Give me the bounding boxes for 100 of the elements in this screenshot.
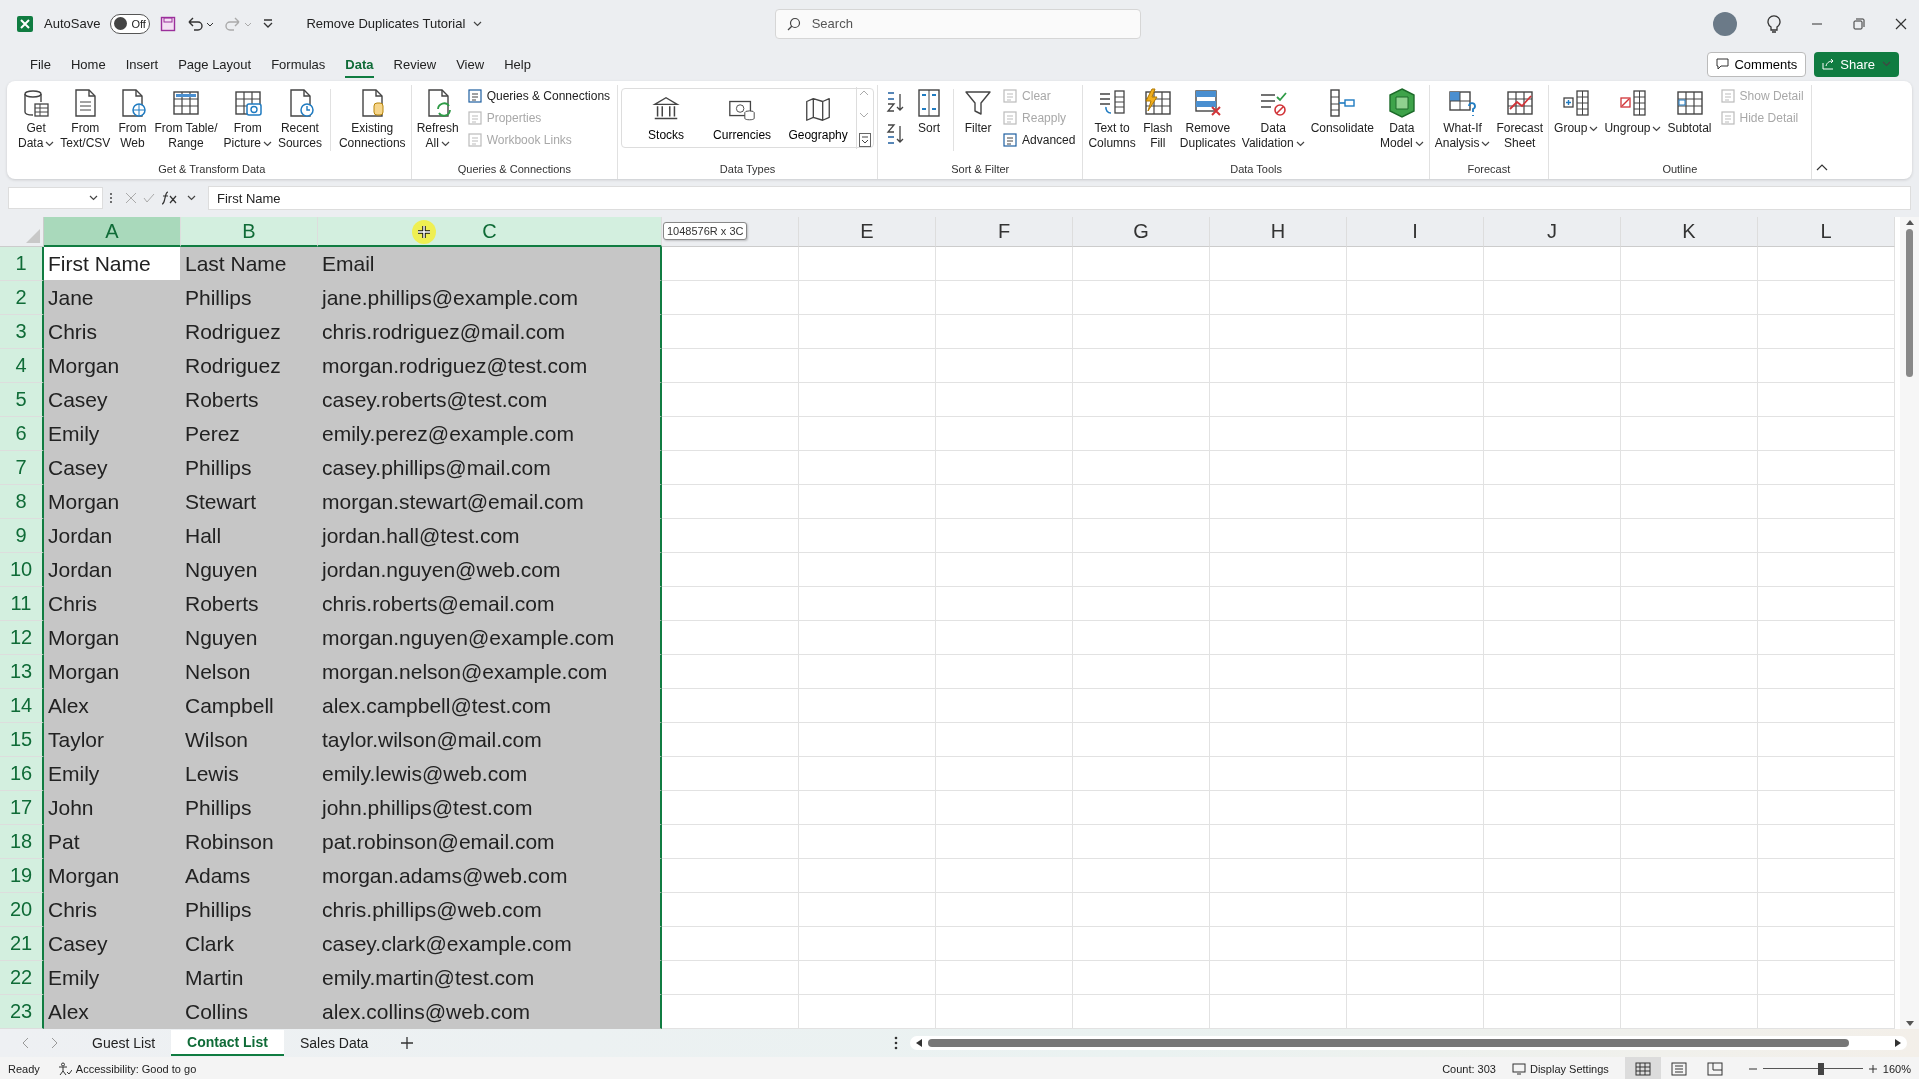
ribbon-button[interactable]: Text to Columns bbox=[1086, 85, 1138, 153]
check-icon[interactable] bbox=[143, 192, 155, 204]
accessibility-status[interactable]: Accessibility: Good to go bbox=[57, 1061, 197, 1076]
ribbon-button[interactable]: From Picture bbox=[221, 85, 274, 153]
column-header[interactable]: H bbox=[1210, 217, 1347, 247]
insert-function-icon[interactable] bbox=[161, 191, 179, 205]
row-header[interactable]: 19 bbox=[0, 859, 44, 893]
ribbon-tab[interactable]: Formulas bbox=[261, 50, 336, 78]
column-header[interactable]: A bbox=[44, 217, 181, 247]
ribbon-button[interactable]: Get Data bbox=[16, 85, 57, 153]
ribbon-tab[interactable]: Data bbox=[335, 50, 384, 78]
row-header[interactable]: 13 bbox=[0, 655, 44, 689]
add-sheet-icon[interactable] bbox=[400, 1036, 415, 1050]
ribbon-tab[interactable]: Insert bbox=[115, 50, 169, 78]
row-header[interactable]: 21 bbox=[0, 927, 44, 961]
zoom-in-icon[interactable] bbox=[1868, 1064, 1877, 1073]
data-type-button[interactable]: Geography bbox=[780, 93, 857, 143]
vertical-scrollbar-thumb[interactable] bbox=[1906, 229, 1913, 377]
undo-icon[interactable] bbox=[186, 15, 215, 32]
ribbon-button[interactable]: Queries & Connections bbox=[462, 87, 615, 105]
row-header[interactable]: 9 bbox=[0, 519, 44, 553]
save-icon[interactable] bbox=[160, 15, 177, 32]
display-settings-button[interactable]: Display Settings bbox=[1512, 1062, 1609, 1075]
ribbon-button[interactable]: Forecast Sheet bbox=[1494, 85, 1546, 153]
ribbon-tab[interactable]: Help bbox=[494, 50, 541, 78]
row-header[interactable]: 6 bbox=[0, 417, 44, 451]
row-header[interactable]: 7 bbox=[0, 451, 44, 485]
row-header[interactable]: 15 bbox=[0, 723, 44, 757]
ribbon-button[interactable]: Data Model bbox=[1378, 85, 1426, 153]
ribbon-button[interactable]: Consolidate bbox=[1308, 85, 1377, 138]
sheet-tab[interactable]: Contact List bbox=[171, 1030, 284, 1056]
ribbon-button[interactable]: Advanced bbox=[998, 131, 1080, 149]
ribbon-tab[interactable]: File bbox=[20, 50, 61, 78]
avatar[interactable] bbox=[1713, 11, 1737, 36]
sheet-tab[interactable]: Sales Data bbox=[283, 1030, 385, 1056]
row-header[interactable]: 11 bbox=[0, 587, 44, 621]
comments-button[interactable]: Comments bbox=[1707, 51, 1807, 77]
restore-icon[interactable] bbox=[1853, 17, 1865, 30]
ribbon-button[interactable]: Filter bbox=[960, 85, 997, 138]
column-header[interactable]: J bbox=[1484, 217, 1621, 247]
spreadsheet-logo-icon[interactable] bbox=[16, 14, 34, 33]
row-header[interactable]: 22 bbox=[0, 961, 44, 995]
search-field[interactable]: Search bbox=[774, 8, 1141, 39]
column-header[interactable]: B bbox=[181, 217, 318, 247]
zoom-slider-thumb[interactable] bbox=[1817, 1062, 1824, 1075]
document-title[interactable]: Remove Duplicates Tutorial bbox=[306, 16, 483, 31]
share-button[interactable]: Share bbox=[1814, 51, 1899, 77]
ribbon-button[interactable]: Refresh All bbox=[414, 85, 461, 153]
more-icon[interactable] bbox=[859, 133, 872, 147]
autosave-toggle[interactable]: Off bbox=[110, 13, 151, 34]
ribbon-button[interactable]: Subtotal bbox=[1665, 85, 1714, 138]
row-header[interactable]: 18 bbox=[0, 825, 44, 859]
zoom-level[interactable]: 160% bbox=[1882, 1062, 1911, 1075]
row-header[interactable]: 8 bbox=[0, 485, 44, 519]
scroll-down-icon[interactable] bbox=[1905, 1021, 1914, 1027]
row-header[interactable]: 17 bbox=[0, 791, 44, 825]
row-header[interactable]: 2 bbox=[0, 281, 44, 315]
ribbon-button[interactable]: From Table/ Range bbox=[152, 85, 220, 153]
row-header[interactable]: 1 bbox=[0, 247, 44, 281]
normal-view-button[interactable] bbox=[1624, 1057, 1661, 1079]
scroll-up-icon[interactable] bbox=[1905, 219, 1914, 225]
scroll-right-icon[interactable] bbox=[1895, 1039, 1901, 1047]
collapse-ribbon-icon[interactable] bbox=[1815, 163, 1828, 171]
ribbon-tab[interactable]: Page Layout bbox=[168, 50, 262, 78]
ribbon-tab[interactable]: View bbox=[446, 50, 495, 78]
row-header[interactable]: 10 bbox=[0, 553, 44, 587]
column-header[interactable]: K bbox=[1621, 217, 1758, 247]
lightbulb-icon[interactable] bbox=[1767, 14, 1781, 33]
data-type-button[interactable]: Currencies bbox=[704, 93, 781, 143]
column-header[interactable]: L bbox=[1758, 217, 1895, 247]
ribbon-button[interactable]: What-If Analysis bbox=[1432, 85, 1493, 153]
sort-descending-icon[interactable] bbox=[885, 123, 906, 145]
row-header[interactable]: 23 bbox=[0, 995, 44, 1029]
sheet-tab[interactable]: Guest List bbox=[76, 1030, 172, 1056]
ribbon-button[interactable]: Sort bbox=[911, 85, 948, 138]
ribbon-button[interactable]: Recent Sources bbox=[275, 85, 324, 153]
ribbon-button[interactable]: From Text/CSV bbox=[58, 85, 113, 153]
scroll-left-icon[interactable] bbox=[916, 1039, 922, 1047]
row-header[interactable]: 3 bbox=[0, 315, 44, 349]
ribbon-button[interactable]: Flash Fill bbox=[1139, 85, 1176, 153]
column-header[interactable]: G bbox=[1073, 217, 1210, 247]
row-header[interactable]: 12 bbox=[0, 621, 44, 655]
ribbon-tab[interactable]: Home bbox=[60, 50, 116, 78]
sort-ascending-icon[interactable] bbox=[885, 91, 906, 113]
ribbon-button[interactable]: Data Validation bbox=[1239, 85, 1307, 153]
ribbon-button[interactable]: Existing Connections bbox=[336, 85, 408, 153]
data-type-button[interactable]: Stocks bbox=[628, 93, 705, 143]
row-header[interactable]: 4 bbox=[0, 349, 44, 383]
ribbon-button[interactable]: Remove Duplicates bbox=[1177, 85, 1238, 153]
ribbon-button[interactable]: Ungroup bbox=[1602, 85, 1664, 138]
row-header[interactable]: 14 bbox=[0, 689, 44, 723]
formula-field[interactable]: First Name bbox=[208, 186, 1911, 210]
close-icon[interactable] bbox=[1895, 17, 1907, 30]
row-header[interactable]: 20 bbox=[0, 893, 44, 927]
row-header[interactable]: 16 bbox=[0, 757, 44, 791]
ribbon-tab[interactable]: Review bbox=[383, 50, 447, 78]
column-header[interactable]: E bbox=[799, 217, 936, 247]
row-header[interactable]: 5 bbox=[0, 383, 44, 417]
more-options-icon[interactable] bbox=[894, 1036, 898, 1050]
column-header[interactable]: F bbox=[936, 217, 1073, 247]
